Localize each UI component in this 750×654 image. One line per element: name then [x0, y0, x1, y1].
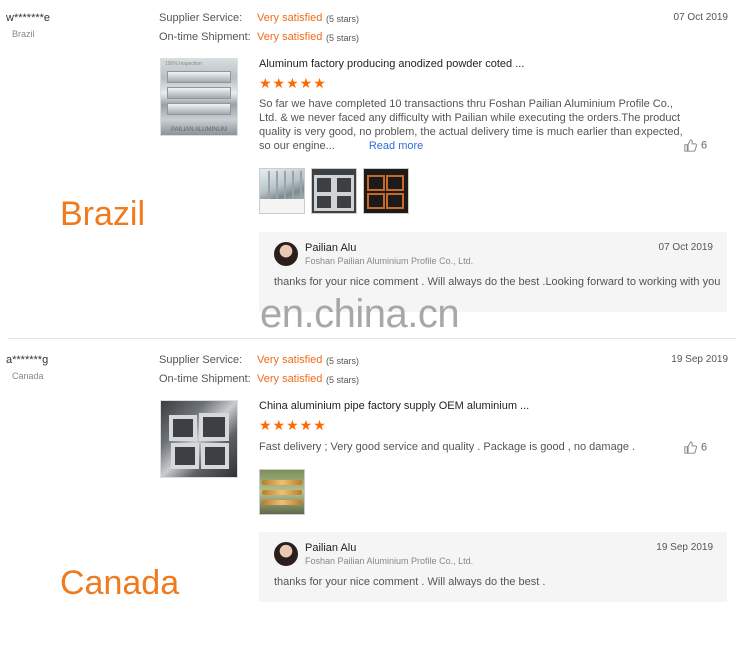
read-more-link[interactable]: Read more — [369, 140, 423, 152]
review-card: a*******g Canada Supplier Service: Very … — [0, 342, 750, 654]
reply-company: Foshan Pailian Aluminium Profile Co., Lt… — [305, 556, 474, 566]
thumbs-up-icon — [684, 139, 697, 152]
rating-stars: ★★★★★ — [259, 75, 327, 91]
reply-text: thanks for your nice comment . Will alwa… — [274, 576, 546, 588]
ontime-shipment-rating: Very satisfied — [257, 31, 323, 43]
reply-date: 07 Oct 2019 — [658, 242, 713, 253]
product-title-link[interactable]: Aluminum factory producing anodized powd… — [259, 58, 524, 70]
thumbnail-caption: PAILIAN ALUMINUM — [171, 127, 227, 133]
reviewer-country: Brazil — [12, 29, 35, 39]
supplier-service-label: Supplier Service: — [159, 12, 243, 24]
reviewer-name: w*******e — [6, 12, 51, 24]
product-title-link[interactable]: China aluminium pipe factory supply OEM … — [259, 400, 529, 412]
reply-author: Pailian Alu — [305, 242, 357, 254]
reviewer-country: Canada — [12, 371, 44, 381]
supplier-service-rating: Very satisfied — [257, 12, 323, 24]
product-thumbnail[interactable] — [160, 400, 238, 478]
review-photo[interactable] — [259, 168, 305, 214]
review-card: w*******e Brazil Supplier Service: Very … — [0, 0, 750, 338]
reply-text: thanks for your nice comment . Will alwa… — [274, 276, 721, 288]
watermark: en.china.cn — [260, 292, 460, 336]
like-count: 6 — [701, 441, 708, 454]
review-divider — [8, 338, 736, 339]
supplier-service-stars: (5 stars) — [326, 14, 360, 24]
like-button[interactable]: 6 — [684, 441, 707, 454]
ontime-shipment-label: On-time Shipment: — [159, 31, 251, 43]
rating-stars: ★★★★★ — [259, 417, 327, 433]
supplier-service-stars: (5 stars) — [326, 356, 360, 366]
reply-company: Foshan Pailian Aluminium Profile Co., Lt… — [305, 256, 474, 266]
supplier-service-rating: Very satisfied — [257, 354, 323, 366]
review-photo[interactable] — [363, 168, 409, 214]
review-text: Fast delivery ; Very good service and qu… — [259, 441, 636, 453]
ontime-shipment-label: On-time Shipment: — [159, 373, 251, 385]
country-overlay-label: Canada — [60, 564, 180, 602]
reply-author: Pailian Alu — [305, 542, 357, 554]
review-text: So far we have completed 10 transactions… — [259, 97, 689, 153]
product-thumbnail[interactable]: 100% Inspection PAILIAN ALUMINUM — [160, 58, 238, 136]
review-date: 07 Oct 2019 — [673, 12, 728, 23]
reviewer-name: a*******g — [6, 354, 49, 366]
supplier-service-label: Supplier Service: — [159, 354, 243, 366]
ontime-shipment-stars: (5 stars) — [326, 375, 360, 385]
avatar — [274, 242, 298, 266]
review-date: 19 Sep 2019 — [671, 354, 728, 365]
ontime-shipment-rating: Very satisfied — [257, 373, 323, 385]
review-body: So far we have completed 10 transactions… — [259, 98, 683, 152]
review-photo[interactable] — [311, 168, 357, 214]
thumbnail-caption-top: 100% Inspection — [165, 61, 202, 67]
country-overlay-label: Brazil — [60, 195, 146, 233]
thumbs-up-icon — [684, 441, 697, 454]
ontime-shipment-stars: (5 stars) — [326, 33, 360, 43]
supplier-reply: Pailian Alu Foshan Pailian Aluminium Pro… — [259, 532, 727, 602]
like-count: 6 — [701, 139, 708, 152]
reply-date: 19 Sep 2019 — [656, 542, 713, 553]
like-button[interactable]: 6 — [684, 139, 707, 152]
review-photo[interactable] — [259, 469, 305, 515]
avatar — [274, 542, 298, 566]
